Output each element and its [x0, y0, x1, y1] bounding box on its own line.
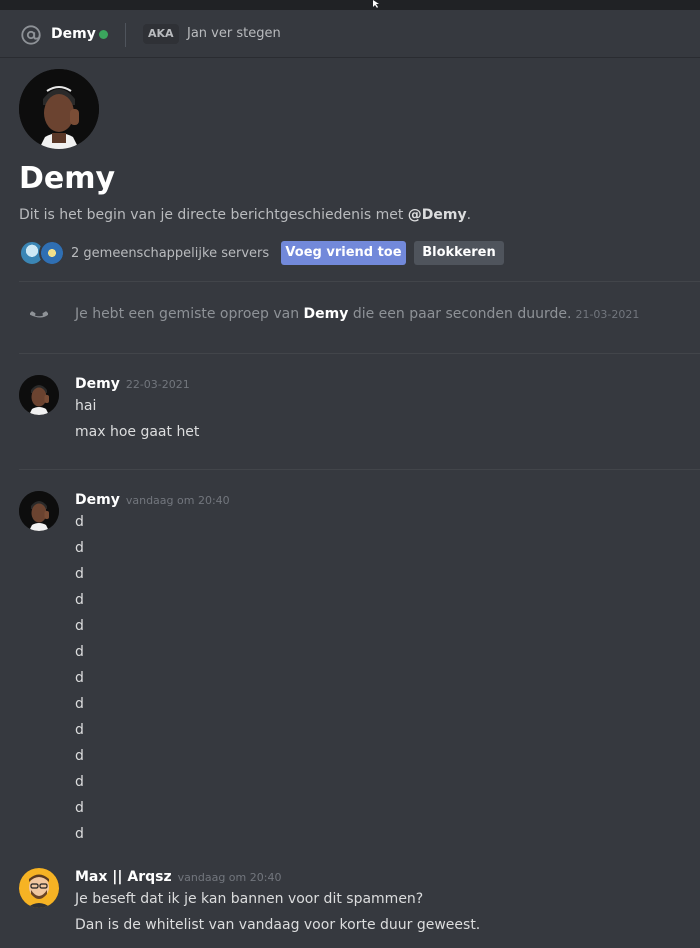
- message-text: d: [75, 748, 84, 764]
- message-text: d: [75, 670, 84, 686]
- aka-badge: AKA: [143, 24, 179, 44]
- divider: [19, 353, 700, 354]
- mouse-cursor-icon: [373, 0, 379, 8]
- intro-mention[interactable]: @Demy: [408, 207, 467, 223]
- message-text: Je beseft dat ik je kan bannen voor dit …: [75, 891, 424, 907]
- message-text: d: [75, 514, 84, 530]
- at-sign-icon: [21, 25, 41, 45]
- avatar-image: [19, 69, 99, 149]
- message-text: d: [75, 644, 84, 660]
- avatar-image: [19, 868, 59, 908]
- window-top-strip: [0, 0, 700, 10]
- message-text: d: [75, 800, 84, 816]
- message-text: hai: [75, 398, 97, 414]
- divider: [19, 281, 700, 282]
- call-text-start: Je hebt een gemiste oproep van: [75, 306, 304, 322]
- message-text: d: [75, 722, 84, 738]
- caller-name[interactable]: Demy: [304, 306, 349, 322]
- message-lines: d d d d d d d d d d d d d: [75, 512, 84, 850]
- message-avatar[interactable]: [19, 375, 59, 415]
- author-name[interactable]: Demy: [75, 492, 120, 508]
- message-author[interactable]: Demy 22-03-2021: [75, 375, 190, 394]
- profile-name: Demy: [19, 161, 116, 196]
- intro-text: Dit is het begin van je directe berichtg…: [19, 205, 471, 225]
- message-avatar[interactable]: [19, 868, 59, 908]
- message-text: d: [75, 618, 84, 634]
- message-timestamp: vandaag om 20:40: [177, 871, 282, 884]
- avatar-image: [19, 375, 59, 415]
- phone-icon: [30, 311, 48, 318]
- call-date: 21-03-2021: [575, 308, 640, 321]
- message-text: d: [75, 566, 84, 582]
- message-timestamp: vandaag om 20:40: [125, 494, 230, 507]
- avatar-image: [19, 491, 59, 531]
- message-avatar[interactable]: [19, 491, 59, 531]
- add-friend-button[interactable]: Voeg vriend toe: [281, 241, 406, 265]
- channel-header: Demy AKA Jan ver stegen: [0, 10, 700, 58]
- intro-text-start: Dit is het begin van je directe berichtg…: [19, 207, 408, 223]
- mutual-servers[interactable]: 2 gemeenschappelijke servers: [19, 240, 290, 266]
- aka-name: Jan ver stegen: [187, 26, 281, 41]
- missed-call-message: Je hebt een gemiste oproep van Demy die …: [75, 304, 639, 325]
- message-timestamp: 22-03-2021: [125, 378, 190, 391]
- block-button[interactable]: Blokkeren: [414, 241, 504, 265]
- divider: [19, 469, 700, 470]
- message-text: d: [75, 774, 84, 790]
- message-author[interactable]: Demy vandaag om 20:40: [75, 491, 230, 510]
- profile-avatar[interactable]: [19, 69, 99, 149]
- intro-text-end: .: [466, 207, 472, 223]
- message-text: d: [75, 540, 84, 556]
- message-text: max hoe gaat het: [75, 424, 200, 440]
- author-name[interactable]: Max || Arqsz: [75, 869, 172, 885]
- mutual-servers-label[interactable]: 2 gemeenschappelijke servers: [71, 246, 269, 261]
- call-text-end: die een paar seconden duurde.: [348, 306, 572, 322]
- server-icon[interactable]: [39, 240, 65, 266]
- header-divider: [125, 23, 126, 47]
- message-text: d: [75, 826, 84, 842]
- message-text: Dan is de whitelist van vandaag voor kor…: [75, 917, 481, 933]
- header-username[interactable]: Demy: [51, 24, 96, 44]
- online-status-icon: [99, 30, 108, 39]
- message-text: d: [75, 592, 84, 608]
- author-name[interactable]: Demy: [75, 376, 120, 392]
- message-author[interactable]: Max || Arqsz vandaag om 20:40: [75, 868, 281, 887]
- message-text: d: [75, 696, 84, 712]
